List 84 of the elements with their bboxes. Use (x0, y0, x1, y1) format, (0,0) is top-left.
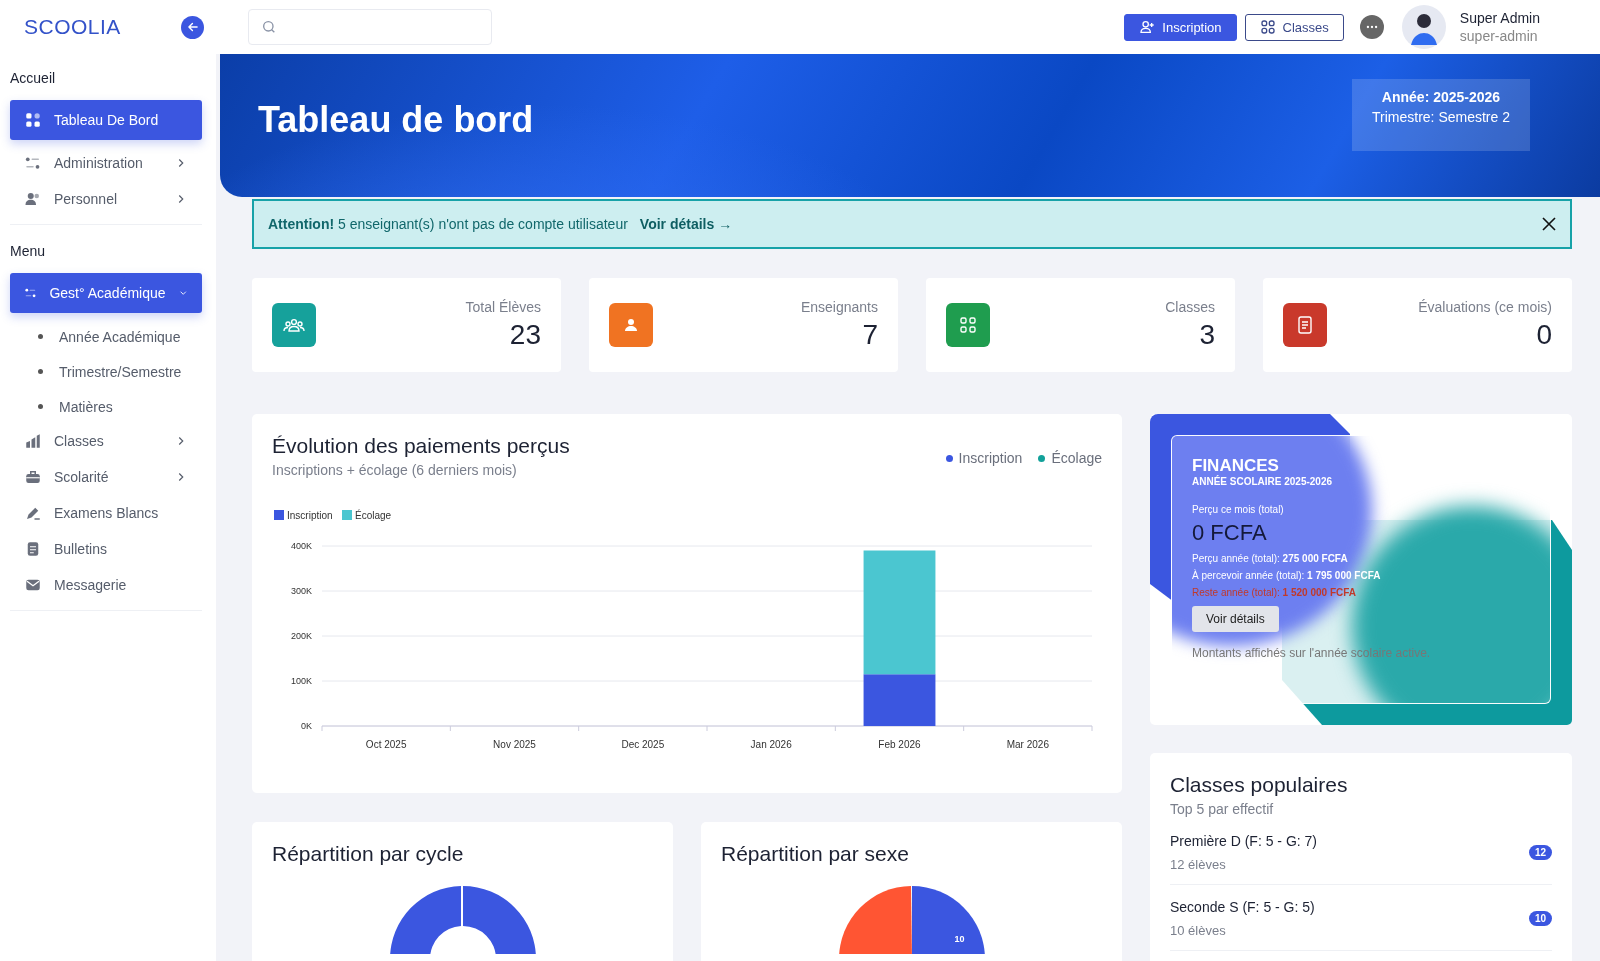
student-count: 12 élèves (1170, 857, 1227, 872)
submenu-item[interactable]: Année Académique (10, 319, 202, 354)
legend-label: Écolage (355, 510, 392, 521)
nav-item[interactable]: Personnel (10, 182, 202, 216)
add-user-icon (1139, 19, 1156, 35)
card-title: Évolution des paiements perçus (272, 434, 570, 458)
stat-value: 3 (1199, 319, 1215, 351)
slice-label: 10 (954, 934, 965, 944)
nav-item[interactable]: Scolarité (10, 460, 202, 494)
nav-item[interactable]: Classes (10, 424, 202, 458)
section-heading: Accueil (10, 70, 57, 86)
users-icon (24, 190, 42, 208)
class-name: Première D (F: 5 - G: 7) (1170, 833, 1318, 849)
legend-label: Inscription (958, 450, 1023, 466)
stat-label: Total Élèves (465, 299, 541, 315)
axis-label: Nov 2025 (493, 739, 536, 750)
legend-swatch (342, 510, 352, 520)
legend-label: Inscription (287, 510, 333, 521)
card-subtitle: Top 5 par effectif (1170, 801, 1275, 817)
legend-label: Écolage (1051, 450, 1102, 466)
axis-label: 100K (290, 676, 312, 686)
axis-label: 200K (290, 631, 312, 641)
axis-label: Oct 2025 (365, 739, 407, 750)
collapse-sidebar-button[interactable] (181, 15, 204, 39)
nav-item[interactable]: Tableau De Bord (10, 100, 202, 140)
finance-line: À percevoir année (total): 1 795 000 FCFA (1192, 569, 1381, 582)
search-field[interactable] (248, 9, 492, 45)
axis-label: 0K (301, 721, 312, 731)
legend-swatch (274, 510, 284, 520)
student-count: 10 élèves (1170, 923, 1227, 938)
axis-label: 400K (290, 541, 312, 551)
details-link[interactable]: Voir détails → (639, 216, 733, 232)
avatar[interactable] (1401, 5, 1446, 49)
bar-chart-icon (24, 432, 42, 450)
logo[interactable]: SCOOLIA (24, 15, 121, 39)
back-arrow-icon (185, 20, 200, 34)
more-button[interactable] (1359, 15, 1384, 39)
close-icon[interactable] (1540, 215, 1558, 233)
user-role: super-admin (1459, 28, 1539, 44)
section-heading: Menu (10, 243, 47, 259)
card-title: Classes populaires (1170, 773, 1349, 797)
dashboard-icon (24, 111, 42, 129)
stat-label: Classes (1165, 299, 1215, 315)
nav-item[interactable]: Administration (10, 146, 202, 180)
inscription-button[interactable]: Inscription (1124, 13, 1237, 41)
card-title: Répartition par cycle (272, 842, 464, 866)
axis-label: Dec 2025 (621, 739, 665, 750)
month-label: Perçu ce mois (total) (1192, 504, 1284, 517)
axis-label: Jan 2026 (750, 739, 792, 750)
page-title: Tableau de bord (258, 98, 534, 141)
nav-item[interactable]: Examens Blancs (10, 496, 202, 530)
stat-value: 23 (509, 319, 541, 351)
search-icon (261, 19, 277, 35)
sliders-icon (24, 154, 42, 172)
axis-label: 300K (290, 586, 312, 596)
card-title: Répartition par sexe (721, 842, 909, 866)
classes-button[interactable]: Classes (1244, 13, 1344, 41)
stat-label: Évaluations (ce mois) (1418, 299, 1552, 315)
briefcase-icon (24, 468, 42, 486)
submenu-item[interactable]: Matières (10, 389, 202, 424)
count-badge: 10 (1528, 911, 1552, 926)
finance-line: Reste année (total): 1 520 000 FCFA (1192, 586, 1356, 599)
details-button[interactable]: Voir détails (1192, 605, 1279, 632)
axis-label: Mar 2026 (1006, 739, 1049, 750)
finance-subtitle: ANNÉE SCOLAIRE 2025-2026 (1192, 476, 1333, 489)
stat-value: 7 (862, 319, 878, 351)
nav-item[interactable]: Gest° Académique (10, 273, 202, 313)
finance-title: FINANCES (1192, 456, 1279, 475)
axis-label: Feb 2026 (878, 739, 921, 750)
year-label: Année: 2025-2026 (1381, 88, 1501, 105)
card-subtitle: Inscriptions + écolage (6 derniers mois) (272, 462, 518, 478)
user-name: Super Admin (1459, 10, 1540, 26)
term-label: Trimestre: Semestre 2 (1372, 108, 1510, 125)
alert-message: Attention! 5 enseignant(s) n'ont pas de compte utilisateur (268, 216, 628, 232)
submenu-item[interactable]: Trimestre/Semestre (10, 354, 202, 389)
class-name: Seconde S (F: 5 - G: 5) (1170, 899, 1315, 915)
month-amount: 0 FCFA (1192, 520, 1267, 547)
count-badge: 12 (1528, 845, 1552, 860)
finance-line: Perçu année (total): 275 000 FCFA (1192, 552, 1348, 565)
stat-value: 0 (1536, 319, 1552, 351)
grid-icon (1259, 19, 1276, 35)
nav-item[interactable]: Messagerie (10, 568, 202, 602)
stat-label: Enseignants (800, 299, 878, 315)
nav-item[interactable]: Bulletins (10, 532, 202, 566)
